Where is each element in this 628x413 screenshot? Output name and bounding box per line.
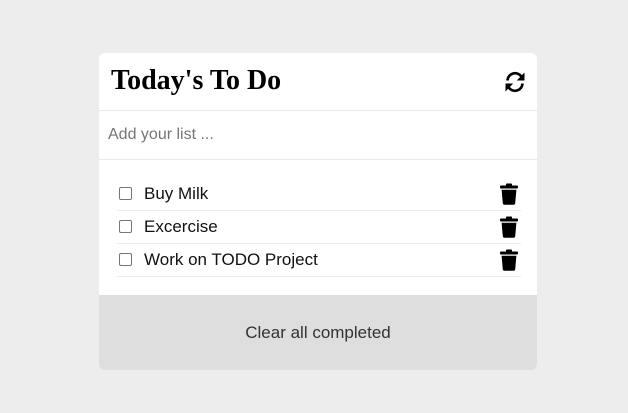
todo-list: Buy Milk Excercise Work on TODO Project xyxy=(117,178,521,277)
todo-item: Work on TODO Project xyxy=(117,244,521,277)
todo-checkbox[interactable] xyxy=(119,187,132,200)
refresh-icon[interactable] xyxy=(503,70,527,94)
trash-icon[interactable] xyxy=(499,183,519,205)
add-item-row xyxy=(99,111,537,160)
delete-button[interactable] xyxy=(499,183,519,205)
trash-icon[interactable] xyxy=(499,249,519,271)
todo-label: Work on TODO Project xyxy=(144,250,318,269)
refresh-button[interactable] xyxy=(503,70,527,94)
add-item-input[interactable] xyxy=(108,122,528,148)
page-title: Today's To Do xyxy=(111,65,282,96)
delete-button[interactable] xyxy=(499,249,519,271)
card-header: Today's To Do xyxy=(99,53,537,111)
todo-checkbox[interactable] xyxy=(119,253,132,266)
todo-item: Excercise xyxy=(117,211,521,244)
todo-label: Excercise xyxy=(144,217,218,236)
todo-card: Today's To Do Buy Milk xyxy=(99,53,537,370)
clear-completed-button[interactable]: Clear all completed xyxy=(99,295,537,370)
delete-button[interactable] xyxy=(499,216,519,238)
todo-label: Buy Milk xyxy=(144,184,209,203)
card-footer: Clear all completed xyxy=(99,295,537,370)
trash-icon[interactable] xyxy=(499,216,519,238)
todo-checkbox[interactable] xyxy=(119,220,132,233)
todo-item: Buy Milk xyxy=(117,178,521,211)
